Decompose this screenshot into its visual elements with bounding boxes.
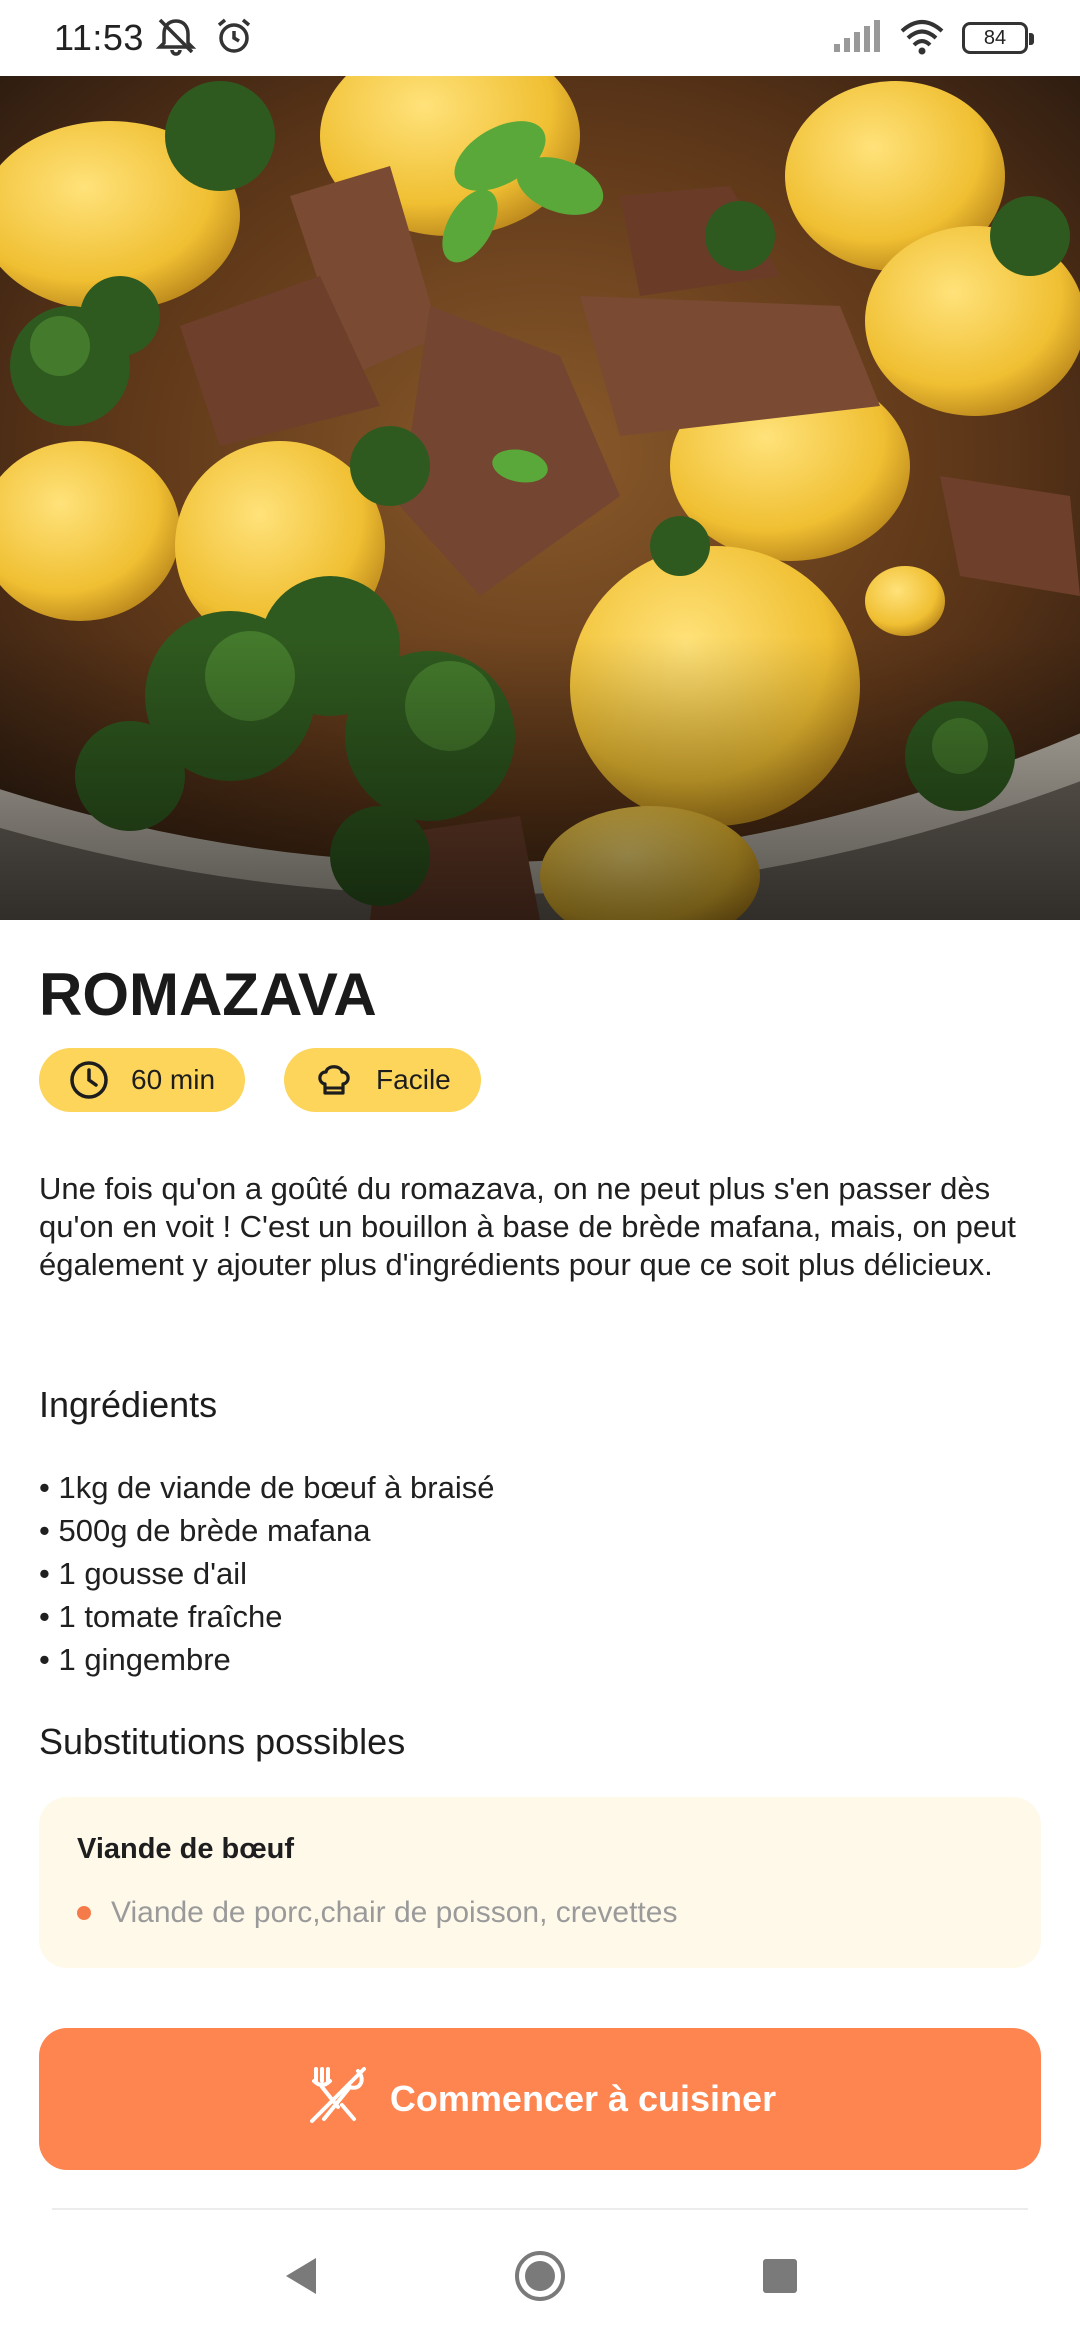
battery-icon: 84 — [962, 22, 1034, 54]
battery-level: 84 — [983, 26, 1007, 49]
nav-divider — [52, 2208, 1028, 2210]
system-nav-bar — [0, 2212, 1080, 2340]
duration-label: 60 min — [131, 1064, 216, 1095]
ingredient-item: • 1 tomate fraîche — [39, 1599, 283, 1634]
duration-chip: 60 min — [39, 1048, 246, 1112]
start-cooking-button[interactable]: Commencer à cuisiner — [39, 2028, 1041, 2170]
substitution-name: Viande de bœuf — [77, 1833, 294, 1865]
status-time: 11:53 — [54, 17, 144, 58]
clock-icon — [69, 1060, 109, 1100]
substitutions-title: Substitutions possibles — [39, 1721, 406, 1762]
ingredients-title: Ingrédients — [39, 1384, 218, 1425]
utensils-crossed-icon — [304, 2065, 370, 2134]
signal-icon — [832, 18, 882, 59]
recipe-content: ROMAZAVA 60 min Facile Une fois qu'on a … — [0, 920, 1080, 1968]
difficulty-label: Facile — [376, 1064, 451, 1095]
alarm-icon — [214, 16, 254, 61]
back-icon[interactable] — [270, 2246, 330, 2306]
ingredient-item: • 1 gingembre — [39, 1642, 231, 1677]
substitution-alternatives: Viande de porc,chair de poisson, crevett… — [111, 1896, 678, 1929]
hero-image — [0, 76, 1080, 920]
chef-hat-icon — [314, 1060, 354, 1100]
ingredient-item: • 1kg de viande de bœuf à braisé — [39, 1470, 495, 1505]
ingredient-item: • 1 gousse d'ail — [39, 1556, 248, 1591]
screen: 11:53 84 ROMAZAVA 60 min Facile Une fois… — [0, 0, 1080, 2340]
home-icon[interactable] — [510, 2246, 570, 2306]
start-cooking-label: Commencer à cuisiner — [389, 2078, 777, 2119]
wifi-icon — [898, 17, 946, 60]
recipe-description: Une fois qu'on a goûté du romazava, on n… — [39, 1171, 1016, 1282]
ingredient-item: • 500g de brède mafana — [39, 1513, 371, 1548]
recipe-title: ROMAZAVA — [39, 961, 377, 1028]
notifications-muted-icon — [154, 16, 198, 61]
substitution-row: Viande de porc,chair de poisson, crevett… — [77, 1896, 1003, 1930]
ingredients-list: • 1kg de viande de bœuf à braisé • 500g … — [39, 1466, 1041, 1681]
recents-icon[interactable] — [750, 2246, 810, 2306]
difficulty-chip: Facile — [284, 1048, 481, 1112]
recipe-meta: 60 min Facile — [39, 1048, 1041, 1112]
substitution-card: Viande de bœuf Viande de porc,chair de p… — [39, 1797, 1041, 1968]
status-bar: 11:53 84 — [0, 0, 1080, 76]
bullet-dot-icon — [77, 1906, 91, 1920]
